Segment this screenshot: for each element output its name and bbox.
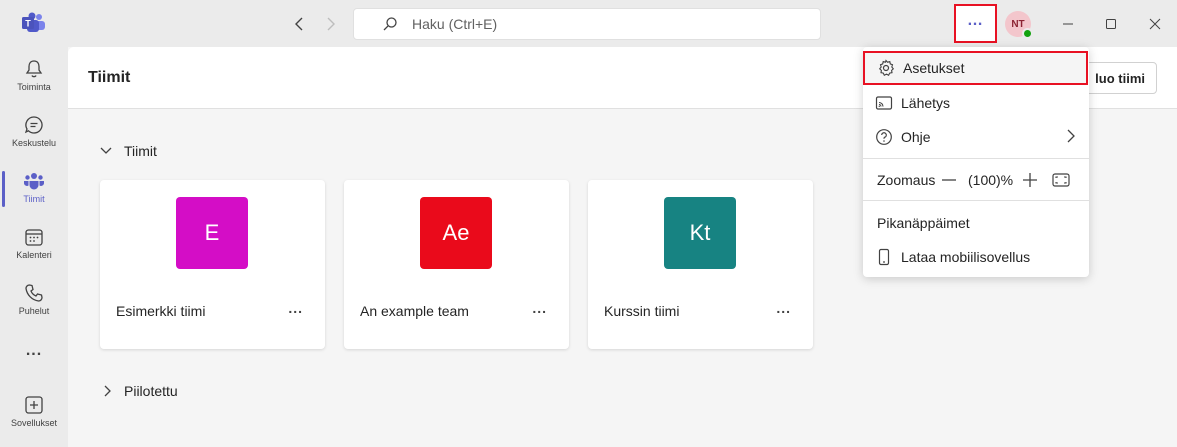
settings-and-more-button[interactable]: … (954, 4, 997, 43)
phone-icon (25, 284, 43, 302)
chevron-right-icon (1067, 129, 1075, 143)
maximize-icon (1106, 19, 1116, 29)
team-avatar: Kt (664, 197, 736, 269)
rail-item-label: Sovellukset (10, 418, 58, 428)
menu-item-shortcuts[interactable]: Pikanäppäimet (877, 215, 970, 231)
settings-menu: Asetukset Lähetys Ohje Zoomaus (100)% Pi… (863, 47, 1089, 277)
rail-item-teams[interactable]: Tiimit (0, 163, 68, 215)
search-input[interactable] (412, 16, 792, 32)
maximize-button[interactable] (1099, 12, 1123, 36)
zoom-value: (100)% (968, 172, 1014, 188)
team-name: Esimerkki tiimi (116, 303, 206, 319)
rail-item-calendar[interactable]: Kalenteri (0, 219, 68, 271)
menu-item-cast[interactable]: Lähetys (863, 86, 1089, 120)
svg-text:T: T (25, 19, 31, 29)
menu-item-label: Asetukset (903, 60, 965, 76)
rail-item-label: Keskustelu (11, 138, 57, 148)
zoom-out-button[interactable] (941, 172, 957, 188)
rail-item-label: Tiimit (23, 194, 45, 204)
teams-section-toggle[interactable]: Tiimit (100, 143, 157, 159)
chevron-right-icon (327, 17, 335, 31)
rail-item-apps[interactable]: Sovellukset (0, 387, 68, 439)
chevron-left-icon (295, 17, 303, 31)
hidden-section-toggle[interactable]: Piilotettu (104, 383, 178, 399)
more-apps-button[interactable]: ... (0, 342, 68, 360)
team-more-options-button[interactable]: ... (776, 300, 791, 316)
teams-logo-icon: T (22, 12, 45, 32)
mobile-phone-icon (878, 248, 890, 266)
section-label: Tiimit (124, 143, 157, 159)
team-card[interactable]: E Esimerkki tiimi ... (100, 180, 325, 349)
title-bar: T … NT (0, 0, 1177, 47)
avatar[interactable]: NT (1005, 11, 1033, 39)
chevron-right-icon (104, 385, 111, 397)
zoom-label: Zoomaus (877, 172, 936, 188)
team-initials: E (204, 220, 220, 245)
minimize-icon (1063, 23, 1073, 25)
zoom-in-button[interactable] (1022, 172, 1038, 188)
team-avatar: E (176, 197, 248, 269)
teams-icon (24, 173, 44, 190)
zoom-reset-button[interactable] (1052, 172, 1070, 188)
zoom-controls: Zoomaus (100)% (863, 163, 1089, 197)
forward-button[interactable] (320, 13, 342, 35)
help-icon (876, 129, 892, 145)
menu-item-label: Lataa mobiilisovellus (901, 249, 1031, 265)
cast-icon (875, 96, 893, 110)
fit-screen-icon (1052, 173, 1070, 187)
team-name: An example team (360, 303, 469, 319)
back-button[interactable] (288, 13, 310, 35)
team-card[interactable]: Kt Kurssin tiimi ... (588, 180, 813, 349)
team-more-options-button[interactable]: ... (288, 300, 303, 316)
rail-item-label: Puhelut (18, 306, 50, 316)
calendar-icon (25, 229, 43, 246)
rail-item-chat[interactable]: Keskustelu (0, 107, 68, 159)
gear-icon (878, 59, 895, 76)
presence-available-icon (1022, 28, 1033, 39)
plus-square-icon (25, 396, 43, 414)
menu-divider (863, 158, 1089, 159)
rail-item-activity[interactable]: Toiminta (0, 51, 68, 103)
rail-item-label: Toiminta (17, 82, 51, 92)
rail-item-label: Kalenteri (16, 250, 52, 260)
create-team-button[interactable]: luo tiimi (1077, 62, 1157, 94)
close-button[interactable] (1143, 12, 1167, 36)
menu-item-label: Ohje (901, 129, 931, 145)
search-icon (383, 17, 397, 31)
menu-item-label: Lähetys (901, 95, 951, 111)
plus-icon (1023, 173, 1037, 187)
search-box[interactable] (353, 8, 821, 40)
chat-icon (24, 116, 43, 134)
avatar-initials: NT (1011, 18, 1025, 30)
team-initials: Kt (689, 220, 711, 245)
app-rail: Toiminta Keskustelu Tiimit Kalenteri Puh… (0, 47, 68, 447)
menu-item-download-mobile[interactable]: Lataa mobiilisovellus (863, 240, 1089, 274)
page-title: Tiimit (88, 69, 131, 86)
rail-item-calls[interactable]: Puhelut (0, 275, 68, 327)
team-more-options-button[interactable]: ... (532, 300, 547, 316)
close-icon (1149, 18, 1161, 30)
menu-item-settings[interactable]: Asetukset (863, 51, 1088, 85)
menu-divider (863, 200, 1089, 201)
more-horizontal-icon: … (967, 11, 984, 29)
team-name: Kurssin tiimi (604, 303, 680, 319)
minus-icon (942, 179, 956, 181)
minimize-button[interactable] (1056, 12, 1080, 36)
bell-icon (25, 60, 43, 78)
team-avatar: Ae (420, 197, 492, 269)
section-label: Piilotettu (124, 383, 178, 399)
team-card[interactable]: Ae An example team ... (344, 180, 569, 349)
chevron-down-icon (100, 147, 112, 154)
menu-item-help[interactable]: Ohje (863, 120, 1089, 154)
team-initials: Ae (442, 220, 470, 245)
